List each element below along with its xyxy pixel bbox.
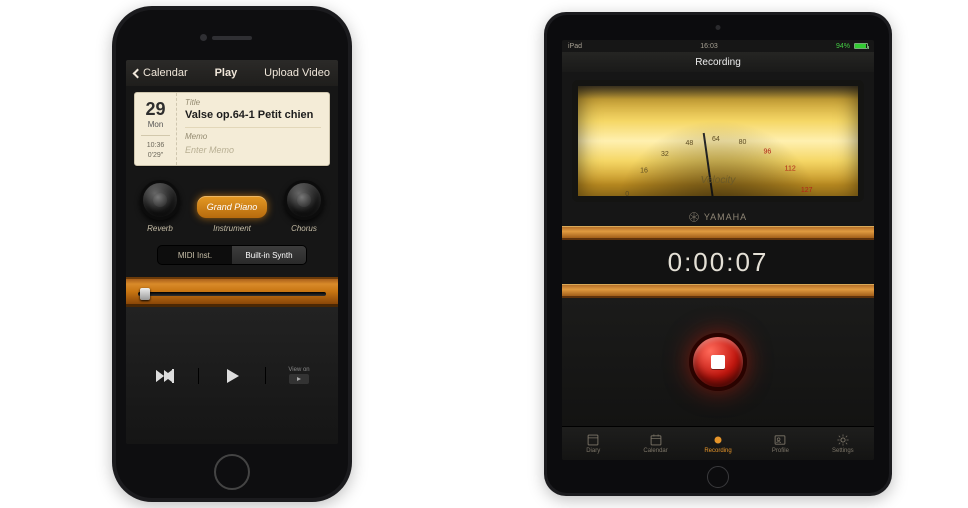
brand-label: YAMAHA: [704, 212, 747, 222]
seek-bar[interactable]: [126, 277, 338, 307]
timer-display: 0:00:07: [562, 240, 874, 284]
calendar-icon: [649, 433, 663, 447]
reverb-group: Reverb: [140, 180, 180, 233]
memo-field-label: Memo: [185, 127, 321, 141]
tab-settings[interactable]: Settings: [812, 427, 874, 460]
card-main: Title Valse op.64-1 Petit chien Memo Ent…: [177, 93, 329, 165]
divider-bar-top: [562, 226, 874, 240]
recording-card: 29 Mon 10:36 0'29" Title Valse op.64-1 P…: [134, 92, 330, 166]
front-camera-icon: [716, 25, 721, 30]
tab-label: Profile: [772, 448, 789, 454]
ipad-device: iPad 16:03 94% Recording 016324864809611…: [544, 12, 892, 496]
sound-source-segment: MIDI Inst. Built-in Synth: [157, 245, 307, 265]
meter-dial: 0163248648096112127: [586, 98, 850, 202]
memo-field[interactable]: Enter Memo: [185, 145, 321, 155]
tab-profile[interactable]: Profile: [749, 427, 811, 460]
segment-synth[interactable]: Built-in Synth: [232, 246, 306, 264]
view-on-label: View on: [288, 367, 309, 373]
upload-video-button[interactable]: Upload Video: [264, 67, 330, 79]
tab-label: Settings: [832, 448, 854, 454]
home-button[interactable]: [707, 466, 729, 488]
yamaha-logo-icon: [689, 212, 699, 222]
clock-label: 16:03: [700, 43, 718, 50]
skip-back-icon: [156, 369, 174, 383]
title-field-label: Title: [185, 98, 321, 107]
nav-bar: Calendar Play Upload Video: [126, 60, 338, 86]
reverb-label: Reverb: [147, 224, 173, 233]
back-label: Calendar: [143, 67, 188, 79]
settings-icon: [836, 433, 850, 447]
tab-diary[interactable]: Diary: [562, 427, 624, 460]
record-stop-button[interactable]: [689, 333, 747, 391]
diary-icon: [586, 433, 600, 447]
home-button[interactable]: [214, 454, 250, 490]
divider-bar-bottom: [562, 284, 874, 298]
instrument-button[interactable]: Grand Piano: [197, 196, 268, 218]
chorus-knob[interactable]: [284, 180, 324, 220]
seek-track: [138, 292, 326, 296]
chorus-label: Chorus: [291, 224, 317, 233]
battery-icon: [854, 43, 868, 49]
tab-label: Recording: [704, 448, 731, 454]
speaker-grille: [212, 36, 252, 40]
day-of-week: Mon: [139, 120, 172, 129]
instrument-label: Instrument: [213, 224, 251, 233]
nav-title: Play: [215, 67, 238, 79]
date-column: 29 Mon 10:36 0'29": [135, 93, 177, 165]
stop-icon: [711, 355, 725, 369]
iphone-screen: Calendar Play Upload Video 29 Mon 10:36 …: [126, 60, 338, 444]
velocity-label: Velocity: [578, 175, 858, 186]
tab-label: Diary: [586, 448, 600, 454]
title-field[interactable]: Valse op.64-1 Petit chien: [185, 109, 321, 121]
segment-midi[interactable]: MIDI Inst.: [158, 246, 232, 264]
ipad-screen: iPad 16:03 94% Recording 016324864809611…: [562, 40, 874, 460]
knob-row: Reverb Grand Piano Instrument Chorus: [140, 180, 324, 233]
skip-back-button[interactable]: [132, 369, 198, 383]
nav-bar: Recording: [562, 52, 874, 72]
chevron-left-icon: [133, 68, 143, 78]
front-camera-icon: [200, 34, 207, 41]
carrier-label: iPad: [568, 43, 582, 50]
record-area: [562, 298, 874, 426]
instrument-group: Grand Piano Instrument: [197, 196, 268, 233]
chorus-group: Chorus: [284, 180, 324, 233]
duration-label: 0'29": [139, 152, 172, 159]
back-button[interactable]: Calendar: [134, 67, 188, 79]
profile-icon: [773, 433, 787, 447]
battery-pct: 94%: [836, 43, 850, 50]
time-label: 10:36: [139, 142, 172, 149]
youtube-button[interactable]: View on: [265, 367, 332, 384]
date-number: 29: [139, 99, 172, 120]
tab-recording[interactable]: Recording: [687, 427, 749, 460]
nav-title: Recording: [695, 57, 741, 68]
iphone-device: Calendar Play Upload Video 29 Mon 10:36 …: [112, 6, 352, 502]
tab-bar: Diary Calendar Recording Profile Settings: [562, 426, 874, 460]
play-button[interactable]: [198, 368, 265, 384]
tab-calendar[interactable]: Calendar: [624, 427, 686, 460]
play-icon: [224, 368, 240, 384]
velocity-meter: 0163248648096112127 Velocity: [572, 80, 864, 202]
seek-thumb[interactable]: [140, 288, 150, 300]
recording-icon: [711, 433, 725, 447]
status-bar: iPad 16:03 94%: [562, 40, 874, 52]
brand-row: YAMAHA: [562, 212, 874, 222]
tab-label: Calendar: [643, 448, 667, 454]
reverb-knob[interactable]: [140, 180, 180, 220]
transport-bar: View on: [126, 307, 338, 444]
youtube-icon: [289, 374, 309, 384]
